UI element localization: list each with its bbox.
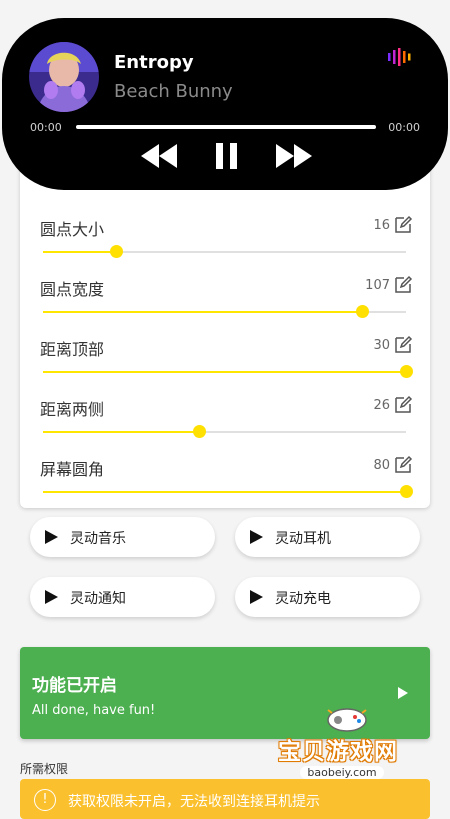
setting-label: 距离两侧 — [40, 400, 105, 419]
edit-icon[interactable] — [393, 395, 413, 415]
feature-label: 灵动音乐 — [70, 531, 126, 547]
feature-button-notification[interactable]: 灵动通知 — [30, 577, 215, 617]
setting-row-dot-size: 圆点大小 16 — [20, 215, 430, 278]
setting-label: 屏幕圆角 — [40, 460, 105, 479]
slider-thumb[interactable] — [109, 245, 123, 258]
setting-value: 26 — [373, 398, 390, 413]
edit-icon[interactable] — [393, 215, 413, 235]
feature-label: 灵动充电 — [275, 591, 331, 607]
time-total: 00:00 — [388, 121, 420, 134]
artist-name: Beach Bunny — [114, 81, 233, 102]
wave-bar — [398, 48, 401, 66]
progress-bar[interactable] — [76, 125, 376, 129]
slider-thumb[interactable] — [356, 305, 370, 318]
play-icon[interactable] — [398, 687, 408, 699]
status-title: 功能已开启 — [32, 676, 117, 696]
watermark-text: 宝贝游戏网 — [278, 739, 398, 765]
feature-button-earphone[interactable]: 灵动耳机 — [235, 517, 420, 557]
edit-icon[interactable] — [393, 275, 413, 295]
feature-label: 灵动耳机 — [275, 531, 331, 547]
feature-label: 灵动通知 — [70, 591, 126, 607]
setting-label: 距离顶部 — [40, 340, 105, 359]
audio-wave-icon — [388, 48, 411, 66]
play-icon — [250, 590, 263, 604]
music-island[interactable]: Entropy Beach Bunny 00:00 00:00 — [2, 18, 448, 190]
wave-bar — [408, 53, 411, 61]
edit-icon[interactable] — [393, 455, 413, 475]
status-subtitle: All done, have fun! — [32, 703, 156, 718]
slider-thumb[interactable] — [193, 425, 207, 438]
warning-text: 获取权限未开启，无法收到连接耳机提示 — [68, 794, 320, 810]
play-icon — [250, 530, 263, 544]
previous-icon[interactable] — [139, 142, 179, 170]
setting-value: 30 — [373, 338, 390, 353]
setting-label: 圆点大小 — [40, 220, 105, 239]
setting-row-side-distance: 距离两侧 26 — [20, 395, 430, 458]
slider-track[interactable] — [43, 245, 406, 258]
time-current: 00:00 — [30, 121, 62, 134]
permissions-title: 所需权限 — [20, 762, 69, 776]
song-title: Entropy — [114, 52, 194, 73]
edit-icon[interactable] — [393, 335, 413, 355]
slider-fill — [43, 371, 406, 373]
watermark-url: baobeiy.com — [300, 766, 384, 779]
setting-value: 107 — [365, 278, 390, 293]
feature-button-charging[interactable]: 灵动充电 — [235, 577, 420, 617]
slider-fill — [43, 491, 406, 493]
slider-track[interactable] — [43, 485, 413, 498]
next-icon[interactable] — [274, 142, 314, 170]
album-cover — [29, 42, 99, 112]
gamepad-icon — [327, 708, 367, 732]
slider-track[interactable] — [43, 365, 413, 378]
play-icon — [45, 590, 58, 604]
slider-track[interactable] — [43, 425, 406, 438]
setting-value: 80 — [373, 458, 390, 473]
setting-row-dot-width: 圆点宽度 107 — [20, 275, 430, 338]
feature-button-music[interactable]: 灵动音乐 — [30, 517, 215, 557]
slider-fill — [43, 311, 363, 313]
wave-bar — [393, 50, 396, 64]
setting-label: 圆点宽度 — [40, 280, 105, 299]
settings-card: 圆点大小 16 圆点宽度 107 距离顶部 30 距离两侧 26 屏幕圆角 80 — [20, 150, 430, 508]
setting-row-screen-corner: 屏幕圆角 80 — [20, 455, 430, 518]
play-icon — [45, 530, 58, 544]
slider-thumb[interactable] — [400, 485, 413, 498]
slider-fill — [43, 431, 200, 433]
wave-bar — [403, 51, 406, 63]
pause-icon[interactable] — [214, 142, 240, 170]
setting-value: 16 — [373, 218, 390, 233]
slider-thumb[interactable] — [400, 365, 413, 378]
slider-track[interactable] — [43, 305, 406, 318]
info-icon: ! — [34, 789, 56, 811]
slider-fill — [43, 251, 116, 253]
watermark: 宝贝游戏网 baobeiy.com — [272, 702, 422, 792]
setting-row-top-distance: 距离顶部 30 — [20, 335, 430, 398]
wave-bar — [388, 53, 391, 61]
